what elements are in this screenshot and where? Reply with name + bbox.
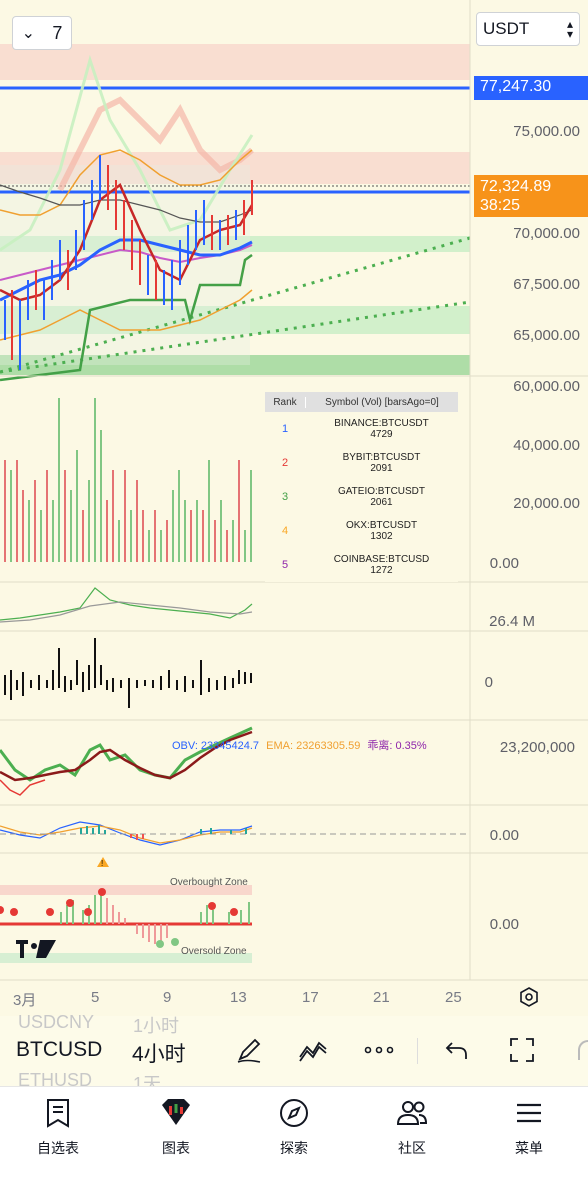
symbol-picker[interactable]: BTCUSD (16, 1038, 102, 1062)
axis-label: 0.00 (489, 916, 519, 933)
rsi-histogram (60, 892, 250, 944)
indicator-collapse-button[interactable]: ⌄ 7 (12, 16, 72, 50)
timeframe-picker[interactable]: 4小时 (132, 1038, 186, 1068)
table-row: 1 BINANCE:BTCUSDT 4729 (265, 412, 458, 446)
axis-label: 75,000.00 (513, 123, 580, 140)
undo-icon[interactable] (440, 1033, 474, 1067)
osc-gray-line (0, 601, 253, 623)
price-tag-top: 77,247.30 (474, 76, 588, 100)
overbought-label: Overbought Zone (170, 877, 248, 888)
axis-label: 20,000.00 (513, 495, 580, 512)
chevron-down-icon: ⌄ (21, 25, 36, 42)
nav-watchlist[interactable]: 自选表 (13, 1097, 103, 1158)
volume-rank-table: Rank Symbol (Vol) [barsAgo=0] 1 BINANCE:… (265, 392, 458, 582)
community-icon (396, 1101, 428, 1125)
x-axis-label: 21 (373, 989, 390, 1006)
resistance-zone-top (0, 44, 470, 80)
axis-label: 0.00 (489, 827, 519, 844)
chart-area[interactable]: ! ⌄ 7 USDT ▴ ▾ 77,247.30 72,324.89 38:25… (0, 0, 588, 1016)
rank-table-header: Rank Symbol (Vol) [barsAgo=0] (265, 392, 458, 412)
watchlist-icon (47, 1099, 69, 1128)
bottom-nav: 自选表 图表 探索 社区 菜单 (0, 1086, 588, 1200)
nav-chart[interactable]: 图表 (131, 1097, 221, 1158)
pen-icon[interactable] (232, 1033, 266, 1067)
indicator-count: 7 (52, 22, 63, 43)
obv-legend: OBV: 23345424.7 EMA: 23263305.59 乖离: 0.3… (172, 740, 427, 752)
menu-icon (517, 1103, 541, 1123)
x-axis-label: 9 (163, 989, 172, 1006)
toolbar-overflow-icon[interactable] (578, 1040, 588, 1060)
nav-menu[interactable]: 菜单 (484, 1097, 574, 1158)
x-axis-label: 5 (91, 989, 100, 1006)
x-axis-label: 17 (302, 989, 319, 1006)
current-price: 72,324.89 (480, 178, 552, 195)
more-icon[interactable] (362, 1033, 396, 1067)
obv-red-line (0, 779, 46, 796)
chart-icon (162, 1099, 190, 1125)
axis-label: 0.00 (489, 555, 519, 572)
oversold-label: Oversold Zone (181, 946, 247, 957)
table-row: 2 BYBIT:BTCUSDT 2091 (265, 446, 458, 480)
axis-label: 67,500.00 (513, 276, 580, 293)
table-row: 5 COINBASE:BTCUSD 1272 (265, 548, 458, 582)
axis-label: 0 (484, 674, 493, 691)
x-axis-label: 25 (445, 989, 462, 1006)
svg-text:!: ! (101, 859, 103, 868)
axis-label: 65,000.00 (513, 327, 580, 344)
table-row: 4 OKX:BTCUSDT 1302 (265, 514, 458, 548)
nav-explore[interactable]: 探索 (249, 1097, 339, 1158)
axis-label: 23,200,000 (499, 739, 575, 756)
toolbar-divider (417, 1038, 418, 1064)
chart-settings-icon[interactable] (517, 985, 541, 1009)
bar-countdown: 38:25 (480, 197, 521, 214)
currency-label: USDT (483, 19, 530, 38)
chevron-up-down-icon: ▴ ▾ (566, 17, 573, 41)
x-axis-label: 3月 (13, 992, 37, 1009)
symbol-option-prev[interactable]: USDCNY (18, 1012, 94, 1033)
osc-green-line (0, 587, 253, 621)
axis-label: 60,000.00 (513, 378, 580, 395)
axis-label: 70,000.00 (513, 225, 580, 242)
volume-bars (4, 398, 252, 562)
delta-bars (4, 638, 252, 708)
price-tag-current: 72,324.89 38:25 (474, 175, 588, 217)
axis-label: 26.4 M (489, 613, 535, 630)
line-tool-icon[interactable] (296, 1033, 330, 1067)
nav-community[interactable]: 社区 (367, 1097, 457, 1158)
table-row: 3 GATEIO:BTCUSDT 2061 (265, 480, 458, 514)
fullscreen-icon[interactable] (505, 1033, 539, 1067)
currency-select[interactable]: USDT ▴ ▾ (476, 12, 580, 46)
axis-label: 40,000.00 (513, 437, 580, 454)
x-axis-label: 13 (230, 989, 247, 1006)
compass-icon (280, 1099, 308, 1127)
timeframe-option-prev[interactable]: 1小时 (133, 1012, 179, 1038)
obv-line (0, 726, 253, 782)
